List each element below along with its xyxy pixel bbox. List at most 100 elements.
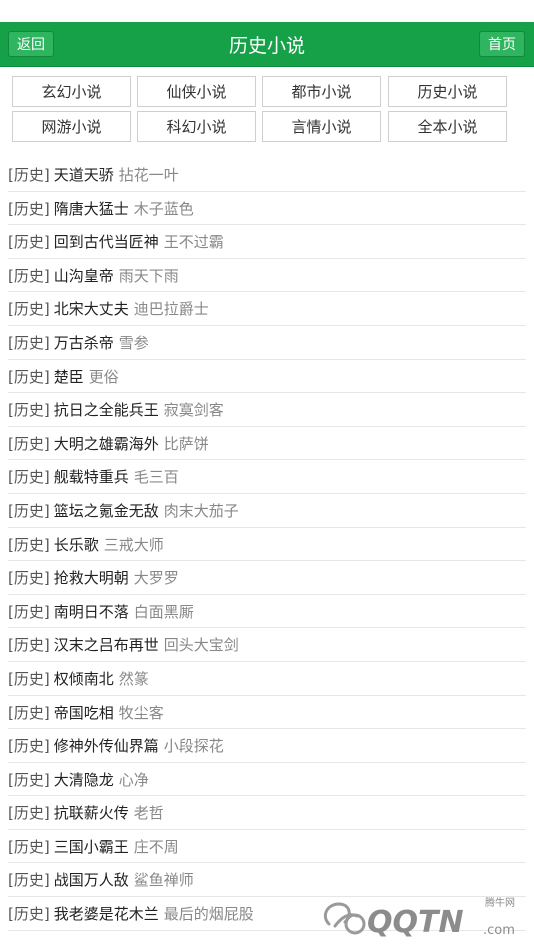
book-title-link[interactable]: 篮坛之氪金无敌 — [54, 502, 159, 520]
book-title-link[interactable]: 战国万人敌 — [54, 871, 129, 889]
book-category-tag: [历史] — [8, 233, 50, 252]
book-category-tag: [历史] — [8, 569, 50, 588]
book-title-link[interactable]: 我老婆是花木兰 — [54, 905, 159, 923]
book-category-tag: [历史] — [8, 434, 50, 453]
book-title-link[interactable]: 南明日不落 — [54, 603, 129, 621]
book-author: 庄不周 — [133, 837, 179, 856]
book-author: 拈花一叶 — [118, 166, 179, 184]
book-category-tag: [历史] — [8, 737, 50, 756]
book-row[interactable]: [历史] 抢救大明朝 大罗罗 — [8, 561, 526, 595]
book-author: 鲨鱼禅师 — [133, 871, 194, 890]
book-row[interactable]: [历史] 舰载特重兵 毛三百 — [8, 460, 526, 494]
book-category-tag: [历史] — [8, 266, 50, 285]
book-title-link[interactable]: 楚臣 — [54, 368, 84, 386]
book-title-link[interactable]: 帝国吃相 — [54, 704, 114, 722]
category-xianxia[interactable]: 仙侠小说 — [137, 76, 256, 107]
book-title-link[interactable]: 权倾南北 — [54, 670, 114, 688]
category-wangyou[interactable]: 网游小说 — [12, 111, 131, 142]
book-row[interactable]: [历史] 北宋大丈夫 迪巴拉爵士 — [8, 292, 526, 326]
book-row[interactable]: [历史] 万古杀帝 雪参 — [8, 326, 526, 360]
book-row[interactable]: [历史] 回到古代当匠神 王不过霸 — [8, 225, 526, 259]
book-author: 毛三百 — [133, 468, 179, 487]
book-category-tag: [历史] — [8, 468, 50, 487]
book-category-tag: [历史] — [8, 535, 50, 554]
home-button[interactable]: 首页 — [479, 31, 525, 57]
category-lishi[interactable]: 历史小说 — [388, 76, 507, 107]
book-author: 比萨饼 — [163, 434, 209, 453]
book-author: 雨天下雨 — [118, 266, 179, 285]
book-author: 迪巴拉爵士 — [133, 300, 209, 319]
category-dushi[interactable]: 都市小说 — [262, 76, 381, 107]
watermark-main-text: QQTN — [367, 905, 464, 940]
status-bar — [0, 0, 534, 22]
book-row[interactable]: [历史] 修神外传仙界篇 小段探花 — [8, 729, 526, 763]
book-title-link[interactable]: 回到古代当匠神 — [54, 233, 159, 251]
book-author: 最后的烟屁股 — [163, 905, 254, 924]
book-row[interactable]: [历史] 三国小霸王 庄不周 — [8, 830, 526, 864]
page-title: 历史小说 — [228, 35, 305, 57]
book-author: 心净 — [118, 770, 149, 789]
category-xuanhuan[interactable]: 玄幻小说 — [12, 76, 131, 107]
book-category-tag: [历史] — [8, 501, 50, 520]
book-author: 寂寞剑客 — [163, 401, 224, 420]
book-row[interactable]: [历史] 抗日之全能兵王 寂寞剑客 — [8, 393, 526, 427]
book-category-tag: [历史] — [8, 871, 50, 890]
book-row[interactable]: [历史] 大清隐龙 心净 — [8, 763, 526, 797]
book-author: 雪参 — [118, 333, 149, 352]
book-category-tag: [历史] — [8, 199, 50, 218]
book-author: 小段探花 — [163, 737, 224, 756]
book-title-link[interactable]: 大明之雄霸海外 — [54, 435, 159, 453]
book-title-link[interactable]: 汉末之吕布再世 — [54, 636, 159, 654]
book-row[interactable]: [历史] 南明日不落 白面黑厮 — [8, 595, 526, 629]
book-title-link[interactable]: 抗日之全能兵王 — [54, 401, 159, 419]
book-author: 牧尘客 — [118, 703, 164, 722]
app-header: 历史小说 返回 首页 — [0, 22, 534, 67]
book-category-tag: [历史] — [8, 333, 50, 352]
book-row[interactable]: [历史] 战国万人敌 鲨鱼禅师 — [8, 863, 526, 898]
category-yanqing[interactable]: 言情小说 — [262, 111, 381, 142]
book-row[interactable]: [历史] 天道天骄 拈花一叶 — [8, 158, 526, 192]
book-category-tag: [历史] — [8, 636, 50, 655]
book-author: 白面黑厮 — [133, 602, 194, 621]
category-quanben[interactable]: 全本小说 — [388, 111, 507, 142]
book-title-link[interactable]: 舰载特重兵 — [54, 468, 129, 486]
book-title-link[interactable]: 天道天骄 — [54, 166, 114, 184]
book-list: [历史] 天道天骄 拈花一叶 [历史] 隋唐大猛士 木子蓝色 [历史] 回到古代当匠神 王不过霸… — [8, 158, 526, 931]
book-title-link[interactable]: 抢救大明朝 — [54, 569, 129, 587]
back-button[interactable]: 返回 — [8, 31, 54, 57]
book-row[interactable]: [历史] 山沟皇帝 雨天下雨 — [8, 259, 526, 293]
book-author: 回头大宝剑 — [163, 636, 239, 655]
book-category-tag: [历史] — [8, 905, 50, 924]
qqtn-watermark-logo: QQTN .com 腾牛网 — [323, 896, 515, 940]
book-category-tag: [历史] — [8, 367, 50, 386]
book-category-tag: [历史] — [8, 804, 50, 823]
book-title-link[interactable]: 长乐歌 — [54, 536, 99, 554]
book-row[interactable]: [历史] 楚臣 更俗 — [8, 360, 526, 394]
book-title-link[interactable]: 修神外传仙界篇 — [54, 737, 159, 755]
book-title-link[interactable]: 隋唐大猛士 — [54, 200, 129, 218]
book-row[interactable]: [历史] 帝国吃相 牧尘客 — [8, 696, 526, 730]
book-row[interactable]: [历史] 汉末之吕布再世 回头大宝剑 — [8, 628, 526, 662]
book-author: 老哲 — [133, 804, 164, 823]
book-title-link[interactable]: 抗联薪火传 — [54, 804, 129, 822]
book-row[interactable]: [历史] 篮坛之氪金无敌 肉末大茄子 — [8, 494, 526, 528]
book-row[interactable]: [历史] 大明之雄霸海外 比萨饼 — [8, 427, 526, 461]
book-category-tag: [历史] — [8, 602, 50, 621]
book-row[interactable]: [历史] 权倾南北 然篆 — [8, 662, 526, 696]
book-author: 大罗罗 — [133, 569, 179, 588]
book-category-tag: [历史] — [8, 669, 50, 688]
book-row[interactable]: [历史] 隋唐大猛士 木子蓝色 — [8, 192, 526, 226]
book-title-link[interactable]: 北宋大丈夫 — [54, 300, 129, 318]
book-author: 木子蓝色 — [133, 199, 194, 218]
book-category-tag: [历史] — [8, 300, 50, 319]
category-kehuan[interactable]: 科幻小说 — [137, 111, 256, 142]
book-title-link[interactable]: 大清隐龙 — [54, 771, 114, 789]
book-title-link[interactable]: 山沟皇帝 — [54, 267, 114, 285]
watermark-top-text: 腾牛网 — [485, 896, 515, 909]
book-title-link[interactable]: 三国小霸王 — [54, 838, 129, 856]
book-row[interactable]: [历史] 抗联薪火传 老哲 — [8, 796, 526, 830]
book-title-link[interactable]: 万古杀帝 — [54, 334, 114, 352]
book-category-tag: [历史] — [8, 770, 50, 789]
book-row[interactable]: [历史] 长乐歌 三戒大师 — [8, 528, 526, 562]
book-author: 三戒大师 — [103, 535, 164, 554]
